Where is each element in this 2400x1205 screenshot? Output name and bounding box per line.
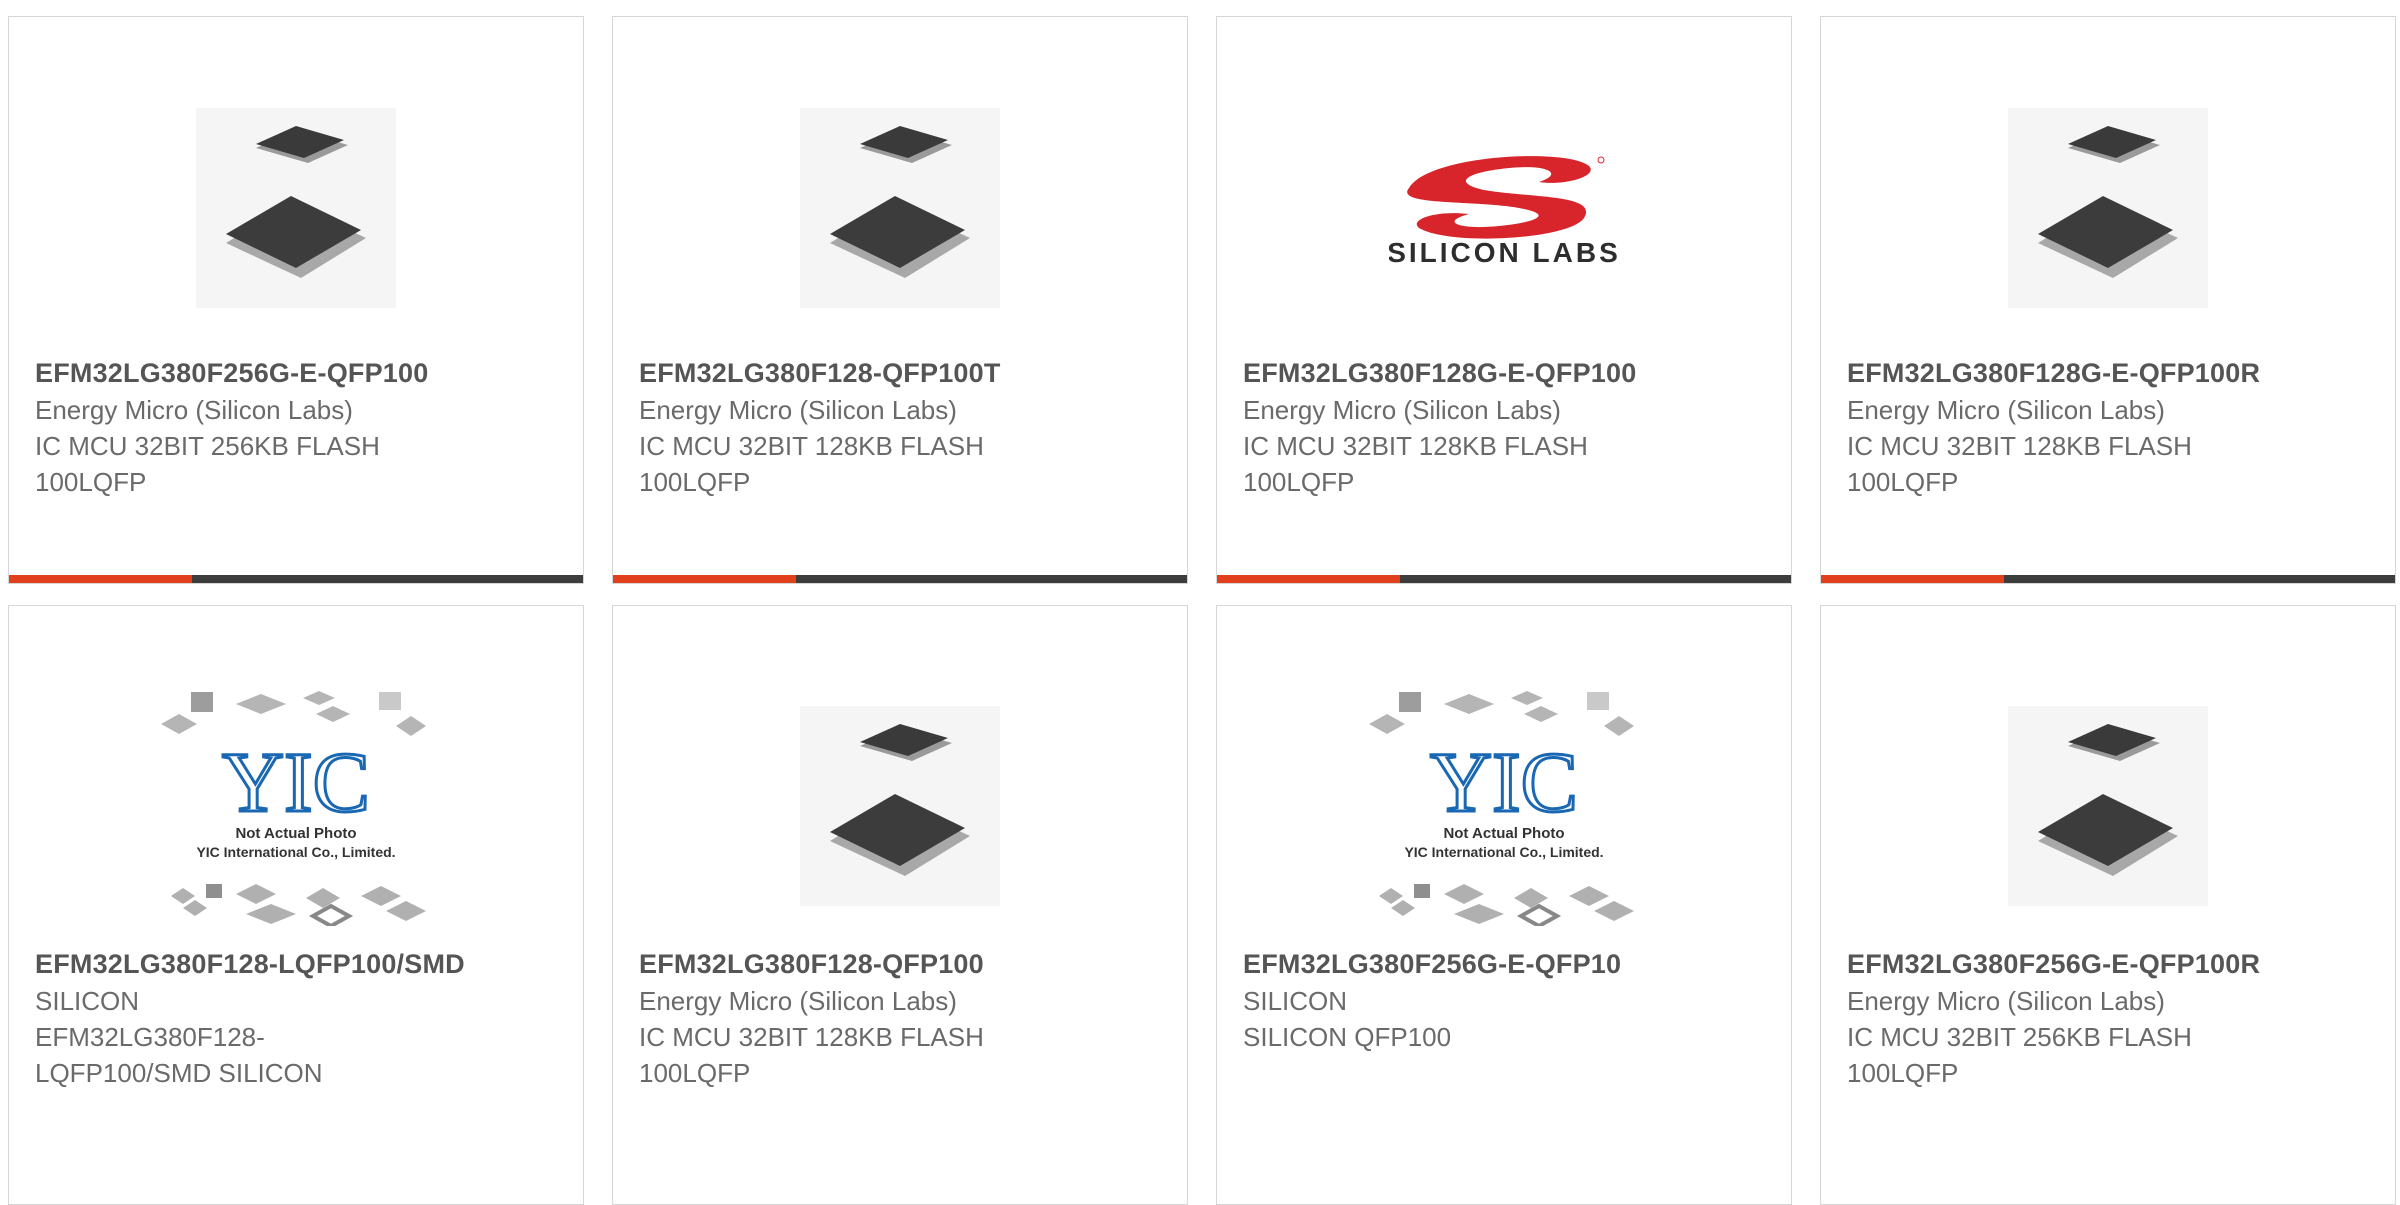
chip-icon — [2008, 108, 2208, 308]
product-image[interactable]: SILICON LABS — [1217, 73, 1791, 343]
manufacturer: SILICON — [1243, 986, 1348, 1016]
description: IC MCU 32BIT 128KB FLASH 100LQFP — [639, 1022, 984, 1088]
chip-icon — [800, 706, 1000, 906]
product-card[interactable]: YIC Not Actual Photo YIC International C… — [8, 605, 584, 1205]
product-card[interactable]: YIC Not Actual Photo YIC International C… — [1216, 605, 1792, 1205]
manufacturer: Energy Micro (Silicon Labs) — [1847, 986, 2165, 1016]
chip-icon — [2008, 706, 2208, 906]
product-image[interactable]: YIC Not Actual Photo YIC International C… — [1217, 666, 1791, 946]
part-number[interactable]: EFM32LG380F128G-E-QFP100 — [1243, 355, 1771, 392]
logo-text: SILICON LABS — [1389, 237, 1619, 268]
part-number[interactable]: EFM32LG380F256G-E-QFP10 — [1243, 946, 1771, 983]
placeholder-caption: YIC International Co., Limited. — [1404, 844, 1603, 860]
svg-text:YIC: YIC — [222, 734, 370, 830]
part-number[interactable]: EFM32LG380F256G-E-QFP100 — [35, 355, 563, 392]
placeholder-caption: YIC International Co., Limited. — [196, 844, 395, 860]
placeholder-caption: Not Actual Photo — [235, 825, 356, 842]
part-number[interactable]: EFM32LG380F256G-E-QFP100R — [1847, 946, 2375, 983]
product-image[interactable] — [613, 73, 1187, 343]
part-number[interactable]: EFM32LG380F128-QFP100T — [639, 355, 1167, 392]
manufacturer: Energy Micro (Silicon Labs) — [1847, 395, 2165, 425]
product-card[interactable]: SILICON LABS EFM32LG380F128G-E-QFP100 En… — [1216, 16, 1792, 584]
svg-text:YIC: YIC — [1430, 734, 1578, 830]
product-card[interactable]: EFM32LG380F128G-E-QFP100R Energy Micro (… — [1820, 16, 2396, 584]
card-footer-bar — [1217, 575, 1791, 583]
not-actual-photo-placeholder-icon: YIC Not Actual Photo YIC International C… — [161, 691, 426, 926]
card-footer-bar — [9, 575, 583, 583]
manufacturer: SILICON — [35, 986, 140, 1016]
product-image[interactable]: YIC Not Actual Photo YIC International C… — [9, 666, 583, 946]
part-number[interactable]: EFM32LG380F128-LQFP100/SMD — [35, 946, 563, 983]
manufacturer: Energy Micro (Silicon Labs) — [639, 986, 957, 1016]
placeholder-caption: Not Actual Photo — [1443, 825, 1564, 842]
product-image[interactable] — [1821, 73, 2395, 343]
card-footer-bar — [1821, 575, 2395, 583]
manufacturer: Energy Micro (Silicon Labs) — [1243, 395, 1561, 425]
chip-icon — [800, 108, 1000, 308]
card-footer-bar — [613, 575, 1187, 583]
description: IC MCU 32BIT 128KB FLASH 100LQFP — [1847, 431, 2192, 497]
product-card[interactable]: EFM32LG380F256G-E-QFP100R Energy Micro (… — [1820, 605, 2396, 1205]
product-grid: EFM32LG380F256G-E-QFP100 Energy Micro (S… — [0, 0, 2400, 1205]
product-card[interactable]: EFM32LG380F128-QFP100T Energy Micro (Sil… — [612, 16, 1188, 584]
product-image[interactable] — [9, 73, 583, 343]
product-image[interactable] — [613, 666, 1187, 946]
description: EFM32LG380F128- LQFP100/SMD SILICON — [35, 1022, 323, 1088]
silicon-labs-logo-icon: SILICON LABS — [1389, 156, 1619, 268]
product-image[interactable] — [1821, 666, 2395, 946]
manufacturer: Energy Micro (Silicon Labs) — [35, 395, 353, 425]
part-number[interactable]: EFM32LG380F128-QFP100 — [639, 946, 1167, 983]
description: IC MCU 32BIT 256KB FLASH 100LQFP — [35, 431, 380, 497]
description: SILICON QFP100 — [1243, 1022, 1452, 1052]
product-card[interactable]: EFM32LG380F128-QFP100 Energy Micro (Sili… — [612, 605, 1188, 1205]
product-card[interactable]: EFM32LG380F256G-E-QFP100 Energy Micro (S… — [8, 16, 584, 584]
chip-icon — [196, 108, 396, 308]
part-number[interactable]: EFM32LG380F128G-E-QFP100R — [1847, 355, 2375, 392]
manufacturer: Energy Micro (Silicon Labs) — [639, 395, 957, 425]
description: IC MCU 32BIT 128KB FLASH 100LQFP — [1243, 431, 1588, 497]
description: IC MCU 32BIT 128KB FLASH 100LQFP — [639, 431, 984, 497]
not-actual-photo-placeholder-icon: YIC Not Actual Photo YIC International C… — [1369, 691, 1634, 926]
description: IC MCU 32BIT 256KB FLASH 100LQFP — [1847, 1022, 2192, 1088]
